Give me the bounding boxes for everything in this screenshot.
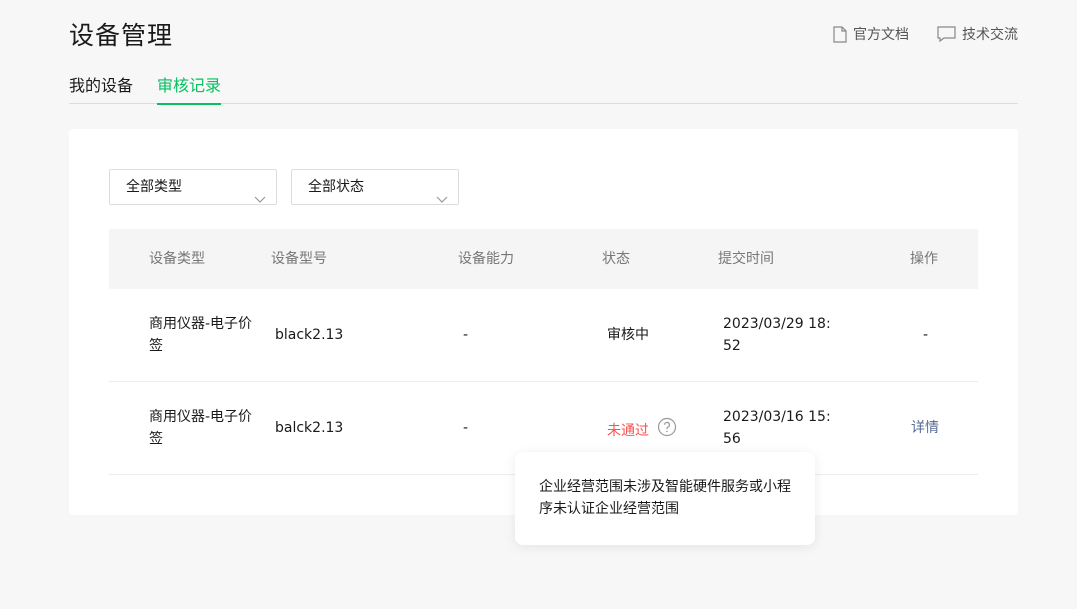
column-header-status: 状态 [602,251,630,267]
official-docs-label: 官方文档 [853,27,909,43]
device-ability-cell: - [463,420,469,436]
status-rejected-label: 未通过 [607,422,649,439]
column-header-action: 操作 [910,251,938,267]
device-model-cell: black2.13 [275,327,344,343]
tech-exchange-label: 技术交流 [962,27,1018,43]
table-row: 商用仪器-电子价 签 black2.13 - 审核中 2023/03/29 18… [109,289,978,382]
device-model-cell: balck2.13 [275,420,344,436]
device-ability-cell: - [463,327,469,343]
tooltip-text-line: 企业经营范围未涉及智能硬件服务或小程 [539,479,791,495]
device-type-cell: 商用仪器-电子价 签 [149,316,253,354]
page-title: 设备管理 [69,21,174,50]
column-header-type: 设备类型 [149,251,205,267]
chat-icon [937,25,956,43]
tab-my-devices[interactable]: 我的设备 [69,74,133,104]
tech-exchange-link[interactable]: 技术交流 [937,24,1018,44]
chevron-down-icon [436,183,448,217]
type-filter-value: 全部类型 [126,179,182,195]
header-links: 官方文档 技术交流 [833,24,1018,44]
device-type-cell: 商用仪器-电子价 签 [149,409,253,447]
type-filter-select[interactable]: 全部类型 [109,169,277,205]
status-filter-value: 全部状态 [308,179,364,195]
submit-time-cell: 2023/03/29 18: 52 [723,316,831,354]
action-cell: - [923,327,929,343]
status-cell: 审核中 [607,327,649,343]
status-cell: 未通过 [607,417,677,444]
table-header: 设备类型 设备型号 设备能力 状态 提交时间 操作 [109,229,978,289]
tab-review-records[interactable]: 审核记录 [157,74,222,105]
official-docs-link[interactable]: 官方文档 [833,24,909,44]
column-header-ability: 设备能力 [458,251,514,267]
column-header-submit-time: 提交时间 [718,251,774,267]
tooltip-text-line: 序未认证企业经营范围 [539,501,679,517]
submit-time-cell: 2023/03/16 15: 56 [723,409,831,447]
status-filter-select[interactable]: 全部状态 [291,169,459,205]
records-table: 设备类型 设备型号 设备能力 状态 提交时间 操作 商用仪器-电子价 签 bla… [109,229,978,475]
column-header-model: 设备型号 [271,251,327,267]
tab-bar: 我的设备 审核记录 [69,74,1018,105]
chevron-down-icon [254,183,266,217]
details-link[interactable]: 详情 [911,417,939,439]
rejection-reason-tooltip: 企业经营范围未涉及智能硬件服务或小程 序未认证企业经营范围 [515,452,815,545]
question-icon[interactable] [657,417,677,444]
document-icon [833,25,847,43]
